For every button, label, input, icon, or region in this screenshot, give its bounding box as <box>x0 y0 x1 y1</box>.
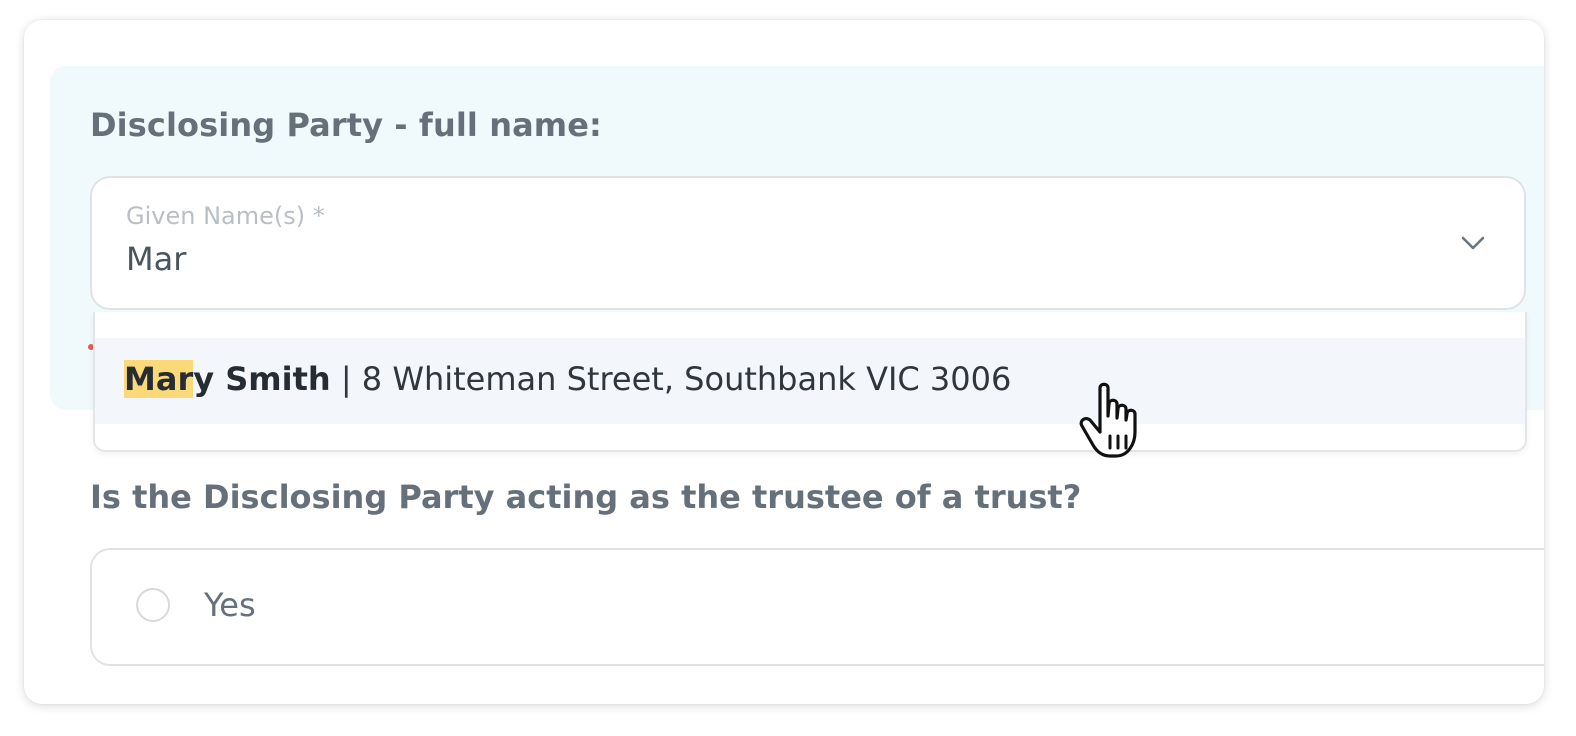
hand-pointer-icon <box>1079 382 1137 458</box>
given-name-input[interactable]: Given Name(s) * Mar <box>90 176 1526 310</box>
given-name-label: Given Name(s) * <box>126 202 325 230</box>
option-name-rest: y Smith <box>193 360 331 398</box>
chevron-down-icon[interactable] <box>1460 234 1486 252</box>
match-highlight: Mar <box>124 360 194 398</box>
option-separator: | <box>330 360 362 398</box>
autocomplete-dropdown: Mary Smith | 8 Whiteman Street, Southban… <box>93 312 1527 452</box>
option-name: Mary Smith <box>124 360 331 398</box>
radio-option-yes[interactable]: Yes <box>90 548 1544 666</box>
trust-question: Is the Disclosing Party acting as the tr… <box>90 478 1082 516</box>
option-text[interactable]: Mary Smith | 8 Whiteman Street, Southban… <box>124 360 1011 398</box>
form-card: Disclosing Party - full name: Given Name… <box>24 20 1544 704</box>
radio-button[interactable] <box>136 588 170 622</box>
section-title: Disclosing Party - full name: <box>90 106 602 144</box>
radio-label: Yes <box>204 586 256 624</box>
autocomplete-option[interactable]: Mary Smith | 8 Whiteman Street, Southban… <box>95 338 1525 424</box>
option-address: 8 Whiteman Street, Southbank VIC 3006 <box>361 360 1012 398</box>
given-name-value[interactable]: Mar <box>126 240 186 278</box>
